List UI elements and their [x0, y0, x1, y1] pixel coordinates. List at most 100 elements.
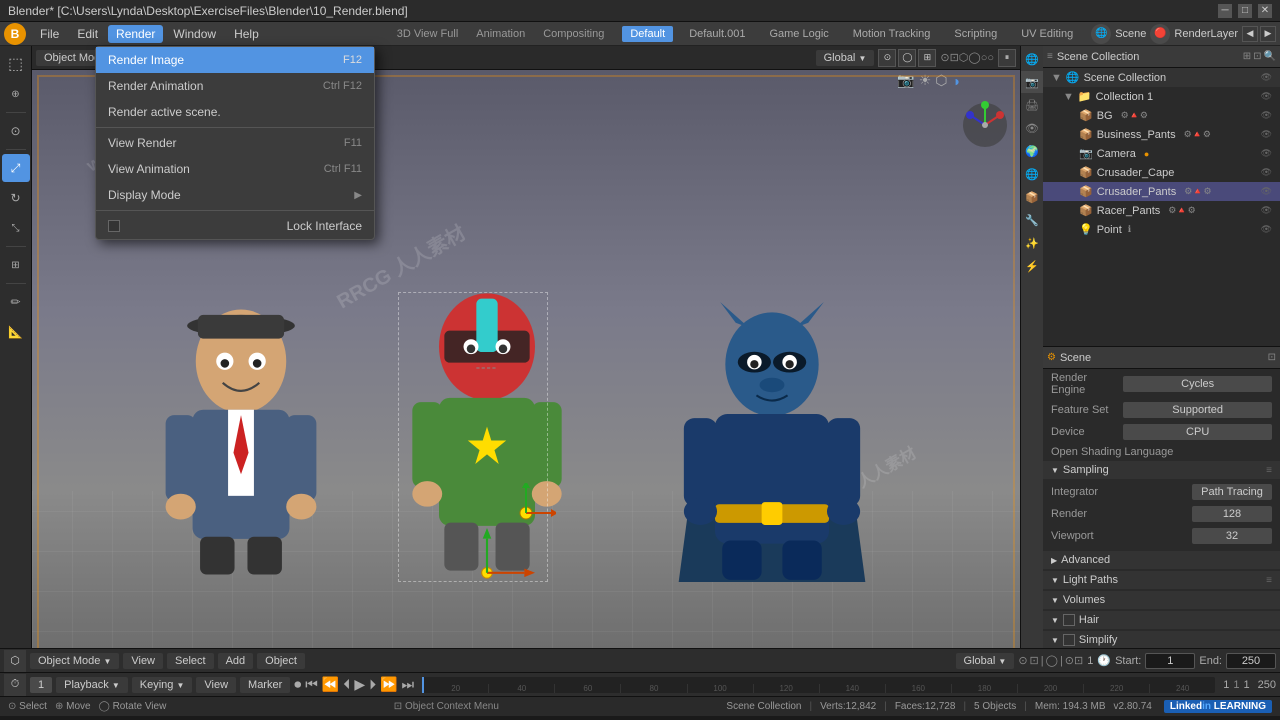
integrator-select[interactable]: Path Tracing	[1192, 484, 1272, 500]
physics-tab[interactable]: ⚡	[1021, 255, 1043, 277]
skip-end-btn[interactable]: ⏭	[402, 676, 415, 693]
end-val[interactable]: 250	[1226, 653, 1276, 669]
bg-item[interactable]: 📦 BG ⚙🔺⚙ 👁	[1043, 106, 1280, 125]
menu-edit[interactable]: Edit	[69, 25, 106, 43]
cursor-tool[interactable]: ⊙	[2, 117, 30, 145]
bottom-add-btn[interactable]: Add	[218, 653, 254, 669]
sun-icon[interactable]: ☀	[919, 72, 932, 89]
render-active-scene-item[interactable]: Render active scene.	[96, 99, 374, 125]
scene-icon[interactable]: 🌐	[1091, 24, 1111, 44]
render-image-item[interactable]: Render Image F12	[96, 47, 374, 73]
feature-set-select[interactable]: Supported	[1123, 402, 1272, 418]
skip-start-btn[interactable]: ⏮	[305, 676, 318, 693]
filter-icon[interactable]: ⊞	[1243, 51, 1251, 62]
display-mode-item[interactable]: Display Mode ▶	[96, 182, 374, 208]
sampling-header[interactable]: ▼ Sampling ≡	[1043, 461, 1280, 479]
frame-number-right[interactable]: 1	[1223, 679, 1229, 691]
keying-menu[interactable]: Keying ▼	[132, 677, 193, 693]
scale-cage-tool[interactable]: ⤡	[2, 214, 30, 242]
current-frame-display[interactable]: 1	[30, 677, 52, 693]
prev-frame-btn[interactable]: ⏪	[322, 676, 339, 693]
volumes-header[interactable]: ▼ Volumes	[1043, 591, 1280, 609]
menu-help[interactable]: Help	[226, 25, 267, 43]
shading-icon[interactable]: ⬡	[935, 72, 947, 89]
close-button[interactable]: ✕	[1258, 4, 1272, 18]
prev-keyframe-btn[interactable]: ⏴	[343, 676, 350, 693]
bottom-object-btn[interactable]: Object	[257, 653, 305, 669]
playback-menu[interactable]: Playback ▼	[56, 677, 128, 693]
render-tab[interactable]: 📷	[1021, 71, 1043, 93]
record-btn[interactable]: ⏺	[294, 676, 301, 693]
racer-pants-item[interactable]: 📦 Racer_Pants ⚙🔺⚙ 👁	[1043, 201, 1280, 220]
header-btn-2[interactable]: ▶	[1260, 26, 1276, 42]
object-mode-dropdown[interactable]: Object Mode ▼	[30, 653, 119, 669]
proportional-btn[interactable]: ◯	[898, 49, 916, 67]
camera-item[interactable]: 📷 Camera ● 👁	[1043, 144, 1280, 163]
bottom-icon-4[interactable]: ◯	[1046, 654, 1058, 667]
business-pants-item[interactable]: 📦 Business_Pants ⚙🔺⚙ 👁	[1043, 125, 1280, 144]
header-btn-1[interactable]: ◀	[1242, 26, 1258, 42]
maximize-button[interactable]: □	[1238, 4, 1252, 18]
select-box-tool[interactable]: ⬚	[2, 50, 30, 78]
next-keyframe-btn[interactable]: ⏵	[369, 676, 376, 693]
crusader-pants-item[interactable]: 📦 Crusader_Pants ⚙🔺⚙ 👁	[1043, 182, 1280, 201]
camera-icon[interactable]: 📷	[897, 72, 914, 89]
lock-interface-checkbox[interactable]	[108, 220, 120, 232]
menu-window[interactable]: Window	[165, 25, 224, 43]
transform-tool[interactable]: ⊞	[2, 251, 30, 279]
measure-tool[interactable]: 📐	[2, 318, 30, 346]
view-layer-tab[interactable]: 🌐	[1021, 48, 1043, 70]
bottom-icon-3[interactable]: |	[1041, 655, 1044, 667]
viewport-samples-input[interactable]: 32	[1192, 528, 1272, 544]
hair-checkbox[interactable]	[1063, 614, 1075, 626]
play-btn[interactable]: ▶	[354, 676, 365, 693]
transform-select[interactable]: Global ▼	[816, 50, 875, 66]
light-paths-options[interactable]: ≡	[1266, 575, 1272, 586]
viewport-shading[interactable]: ◑	[952, 73, 960, 89]
light-paths-header[interactable]: ▼ Light Paths ≡	[1043, 571, 1280, 589]
simplify-header[interactable]: ▼ Simplify	[1043, 631, 1280, 648]
bottom-icon-1[interactable]: ⊙	[1018, 654, 1027, 667]
render-layer-icon[interactable]: 🔴	[1150, 24, 1170, 44]
world-tab[interactable]: 🌐	[1021, 163, 1043, 185]
particles-tab[interactable]: ✨	[1021, 232, 1043, 254]
render-animation-item[interactable]: Render Animation Ctrl F12	[96, 73, 374, 99]
start-frame-right[interactable]: 1	[1244, 679, 1250, 691]
modifier-tab[interactable]: 🔧	[1021, 209, 1043, 231]
output-tab[interactable]: 🖨	[1021, 94, 1043, 116]
marker-menu[interactable]: Marker	[240, 677, 290, 693]
transform-global[interactable]: Global ▼	[956, 653, 1015, 669]
object-tab[interactable]: 📦	[1021, 186, 1043, 208]
sort-icon[interactable]: ⊡	[1253, 51, 1261, 62]
xray-btn[interactable]: ⊞	[918, 49, 936, 67]
bottom-icon-2[interactable]: ⊡	[1030, 654, 1039, 667]
bottom-icon-5[interactable]: |	[1060, 655, 1063, 667]
search-icon[interactable]: 🔍	[1264, 51, 1276, 62]
menu-file[interactable]: File	[32, 25, 67, 43]
collection-1[interactable]: ▼ 📁 Collection 1 👁	[1043, 87, 1280, 106]
scene-tab[interactable]: 🌍	[1021, 140, 1043, 162]
timeline-ruler[interactable]: 20 40 60 80 100 120 140 160 180 200 220 …	[422, 677, 1215, 693]
view-animation-item[interactable]: View Animation Ctrl F11	[96, 156, 374, 182]
timeline-view-menu[interactable]: View	[196, 677, 236, 693]
start-val[interactable]: 1	[1145, 653, 1195, 669]
snap-btn[interactable]: ⊙	[878, 49, 896, 67]
bottom-icon-7[interactable]: 🕐	[1097, 654, 1111, 667]
viewport-type-icon[interactable]: ⬡	[4, 650, 26, 672]
point-item[interactable]: 💡 Point ℹ 👁	[1043, 220, 1280, 239]
prop-panel-options[interactable]: ⊡	[1268, 352, 1276, 363]
viewport-gizmo[interactable]	[960, 100, 1010, 150]
hair-header[interactable]: ▼ Hair	[1043, 611, 1280, 629]
rotate-tool[interactable]: ↻	[2, 184, 30, 212]
sampling-options[interactable]: ≡	[1266, 465, 1272, 476]
lock-interface-item[interactable]: Lock Interface	[96, 213, 374, 239]
bottom-select-btn[interactable]: Select	[167, 653, 214, 669]
render-samples-input[interactable]: 128	[1192, 506, 1272, 522]
view-tab[interactable]: 👁	[1021, 117, 1043, 139]
advanced-header[interactable]: ▶ Advanced	[1043, 551, 1280, 569]
simplify-checkbox[interactable]	[1063, 634, 1075, 646]
scene-collection-root[interactable]: ▼ 🌐 Scene Collection 👁	[1043, 68, 1280, 87]
annotate-tool[interactable]: ✏	[2, 288, 30, 316]
viewport-pause[interactable]: ⏸	[998, 49, 1016, 67]
end-frame-right[interactable]: 250	[1258, 679, 1276, 691]
